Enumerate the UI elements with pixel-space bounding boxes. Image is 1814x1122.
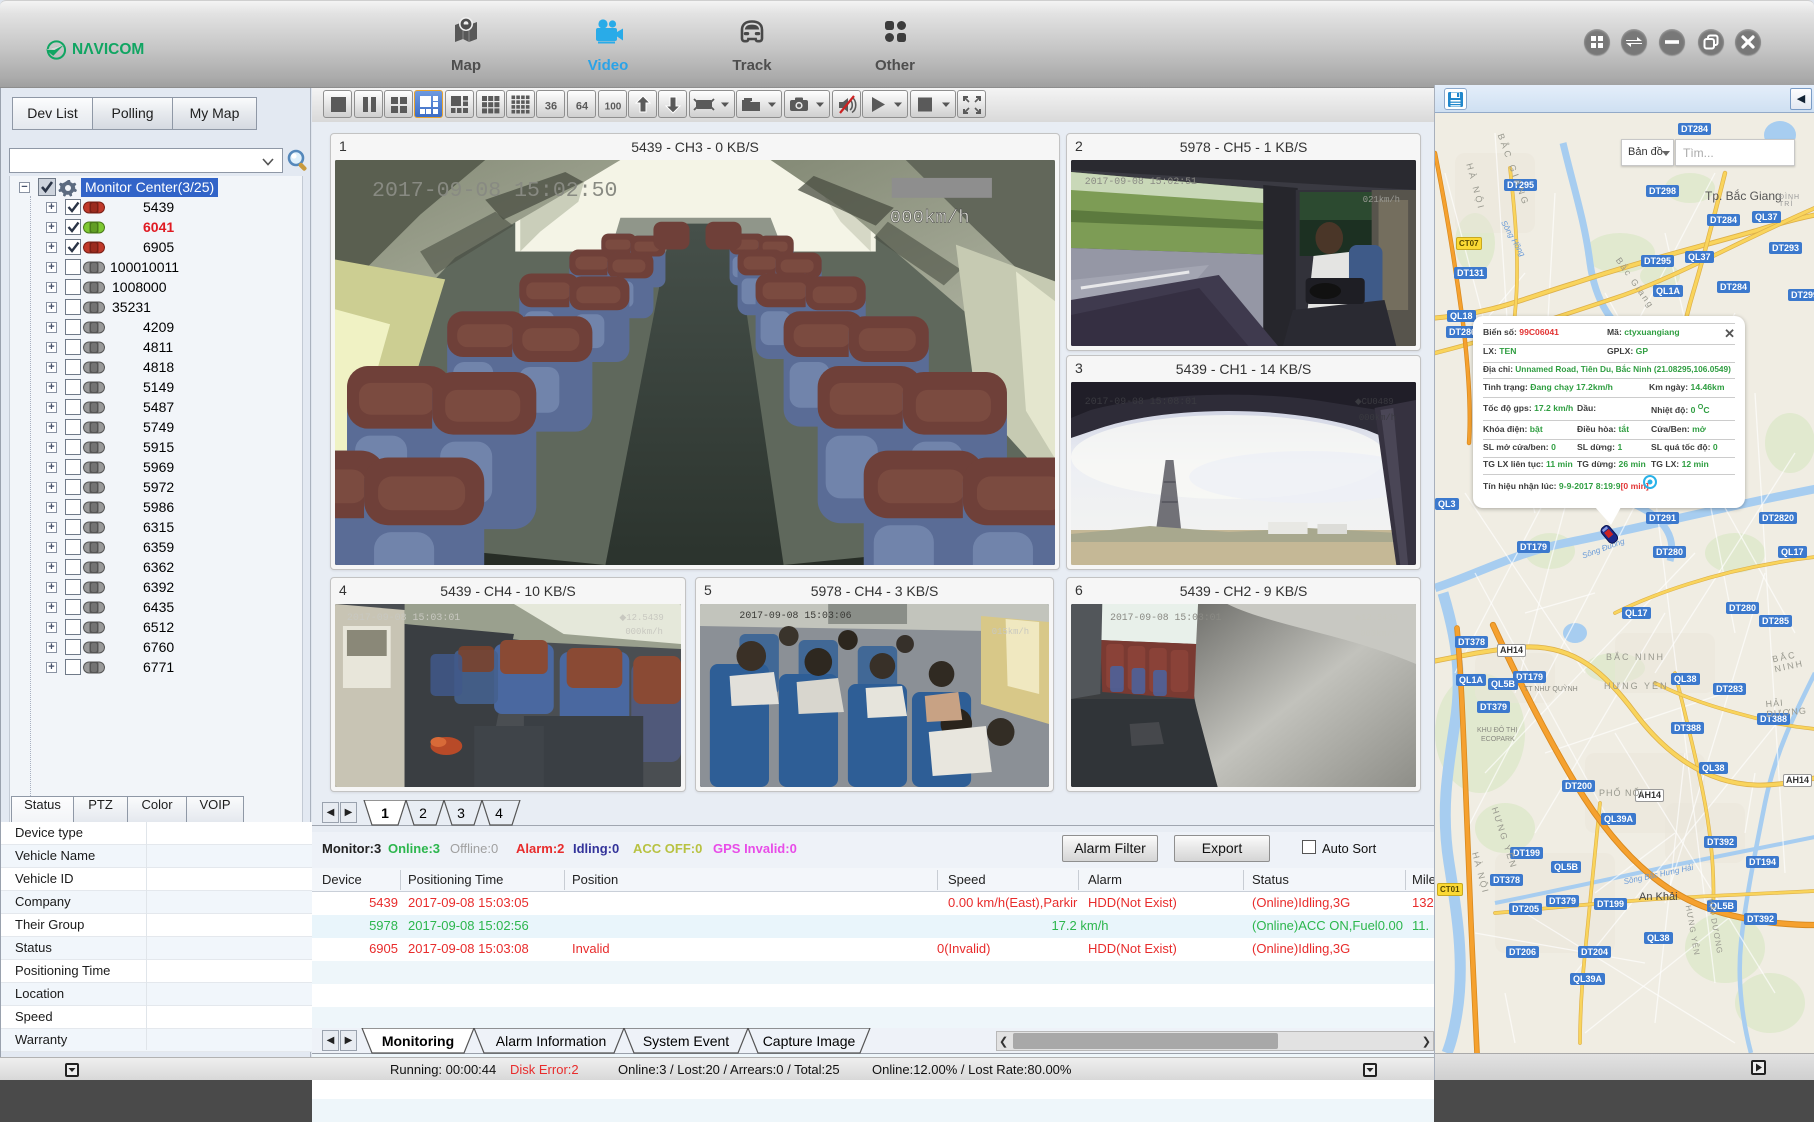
svg-text:1: 1 bbox=[381, 805, 389, 821]
svg-text:015km/h: 015km/h bbox=[992, 627, 1029, 637]
svg-text:◆12.5439: ◆12.5439 bbox=[1354, 613, 1398, 623]
svg-text:2017-09-08 15:02:51: 2017-09-08 15:02:51 bbox=[1085, 176, 1197, 187]
svg-text:System Event: System Event bbox=[643, 1033, 729, 1049]
svg-text:100: 100 bbox=[605, 102, 622, 113]
svg-text:◆CU0489: ◆CU0489 bbox=[1355, 397, 1394, 407]
svg-text:2017-09-08 15:03:01: 2017-09-08 15:03:01 bbox=[1110, 612, 1221, 623]
svg-text:36: 36 bbox=[545, 101, 557, 113]
svg-text:Capture Image: Capture Image bbox=[763, 1033, 856, 1049]
svg-text:021km/h: 021km/h bbox=[1363, 195, 1400, 205]
svg-text:2017-09-08 15:03:01: 2017-09-08 15:03:01 bbox=[347, 612, 460, 623]
svg-text:2: 2 bbox=[419, 805, 427, 821]
svg-text:2017-09-08 15:08:01: 2017-09-08 15:08:01 bbox=[1085, 396, 1197, 407]
svg-text:000km/h: 000km/h bbox=[890, 207, 970, 229]
svg-text:64: 64 bbox=[576, 101, 589, 113]
svg-text:000km/h: 000km/h bbox=[1360, 629, 1397, 639]
svg-text:Alarm Information: Alarm Information bbox=[496, 1033, 606, 1049]
svg-text:◆12.5439: ◆12.5439 bbox=[619, 613, 663, 623]
svg-text:000km/h: 000km/h bbox=[625, 627, 663, 637]
svg-text:3: 3 bbox=[457, 805, 465, 821]
svg-text:000km/h: 000km/h bbox=[1359, 413, 1396, 423]
svg-text:2017-09-08 15:03:06: 2017-09-08 15:03:06 bbox=[739, 610, 851, 621]
svg-text:Monitoring: Monitoring bbox=[382, 1033, 454, 1049]
svg-text:2017-09-08 15:02:50: 2017-09-08 15:02:50 bbox=[372, 179, 617, 203]
svg-text:4: 4 bbox=[495, 805, 503, 821]
